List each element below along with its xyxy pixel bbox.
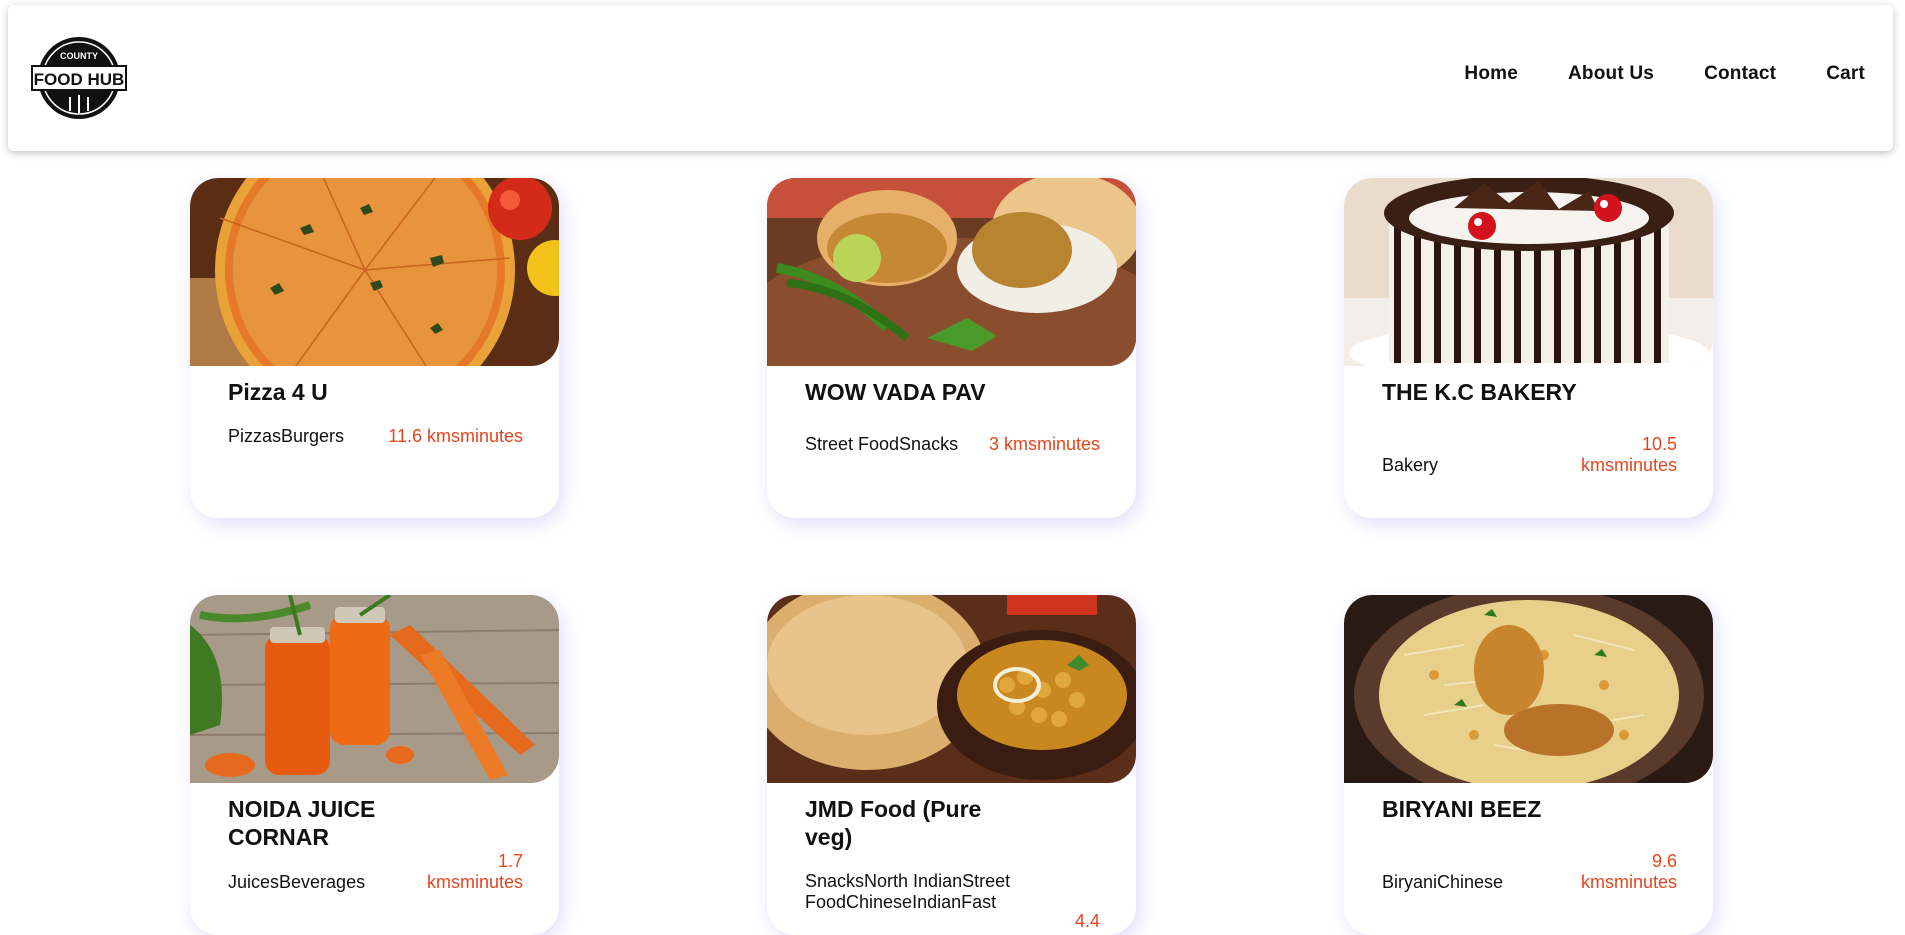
nav-cart[interactable]: Cart: [1826, 63, 1865, 85]
restaurant-name: NOIDA JUICE CORNAR: [228, 796, 376, 850]
restaurant-image-chole-bhature: [767, 595, 1136, 783]
restaurant-image-biryani: [1344, 595, 1713, 783]
restaurant-name: WOW VADA PAV: [805, 379, 986, 405]
restaurant-name: BIRYANI BEEZ: [1382, 796, 1542, 822]
restaurant-name: THE K.C BAKERY: [1382, 379, 1577, 405]
restaurant-distance: 3 kmsminutes: [988, 434, 1100, 454]
restaurant-name: Pizza 4 U: [228, 379, 328, 405]
nav-about-us[interactable]: About Us: [1568, 63, 1654, 85]
restaurant-card-wow-vada-pav[interactable]: WOW VADA PAV Street FoodSnacks 3 kmsminu…: [767, 178, 1136, 518]
restaurant-image-juice: [190, 595, 559, 783]
restaurant-cuisine: Street FoodSnacks: [805, 434, 959, 454]
restaurant-cuisine: BiryaniChinese: [1382, 872, 1504, 892]
restaurant-cuisine: SnacksNorth IndianStreet FoodChineseIndi…: [805, 871, 1011, 912]
logo-top-text: COUNTY: [60, 51, 98, 61]
restaurant-meta: Bakery 10.5 kmsminutes: [1382, 434, 1677, 476]
restaurant-card-biryani-beez[interactable]: BIRYANI BEEZ BiryaniChinese 9.6 kmsminut…: [1344, 595, 1713, 935]
navbar: COUNTY FOOD HUB Home About Us Contact Ca…: [8, 5, 1893, 151]
restaurant-name: JMD Food (Pure veg): [805, 796, 982, 850]
restaurant-image-vada-pav: [767, 178, 1136, 366]
restaurant-meta: Street FoodSnacks 3 kmsminutes: [805, 434, 1100, 455]
nav-contact[interactable]: Contact: [1704, 63, 1776, 85]
restaurant-card-jmd-food[interactable]: JMD Food (Pure veg) SnacksNorth IndianSt…: [767, 595, 1136, 935]
restaurant-distance: 11.6 kmsminutes: [388, 426, 523, 446]
restaurant-cuisine: Bakery: [1382, 455, 1439, 475]
restaurant-card-the-kc-bakery[interactable]: THE K.C BAKERY Bakery 10.5 kmsminutes: [1344, 178, 1713, 518]
logo[interactable]: COUNTY FOOD HUB: [30, 35, 128, 121]
logo-main-text: FOOD HUB: [34, 70, 125, 89]
restaurant-image-pizza: [190, 178, 559, 366]
nav-home[interactable]: Home: [1464, 63, 1518, 85]
restaurant-meta: BiryaniChinese 9.6 kmsminutes: [1382, 851, 1677, 893]
restaurant-meta: JuicesBeverages 1.7 kmsminutes: [228, 851, 523, 893]
restaurant-distance: 9.6 kmsminutes: [1580, 851, 1677, 892]
restaurant-image-cake: [1344, 178, 1713, 366]
restaurant-distance: 10.5 kmsminutes: [1580, 434, 1677, 475]
restaurant-distance: 1.7 kmsminutes: [426, 851, 523, 892]
restaurant-cuisine: JuicesBeverages: [228, 872, 366, 892]
restaurant-distance: 4.4: [1074, 911, 1100, 931]
restaurant-meta: PizzasBurgers 11.6 kmsminutes: [228, 426, 523, 447]
restaurant-meta: SnacksNorth IndianStreet FoodChineseIndi…: [805, 871, 1100, 932]
restaurant-cuisine: PizzasBurgers: [228, 426, 345, 446]
restaurant-card-pizza-4-u[interactable]: Pizza 4 U PizzasBurgers 11.6 kmsminutes: [190, 178, 559, 518]
food-hub-logo-icon: COUNTY FOOD HUB: [31, 37, 127, 119]
restaurant-card-noida-juice-cornar[interactable]: NOIDA JUICE CORNAR JuicesBeverages 1.7 k…: [190, 595, 559, 935]
nav-links: Home About Us Contact Cart: [1464, 63, 1865, 85]
